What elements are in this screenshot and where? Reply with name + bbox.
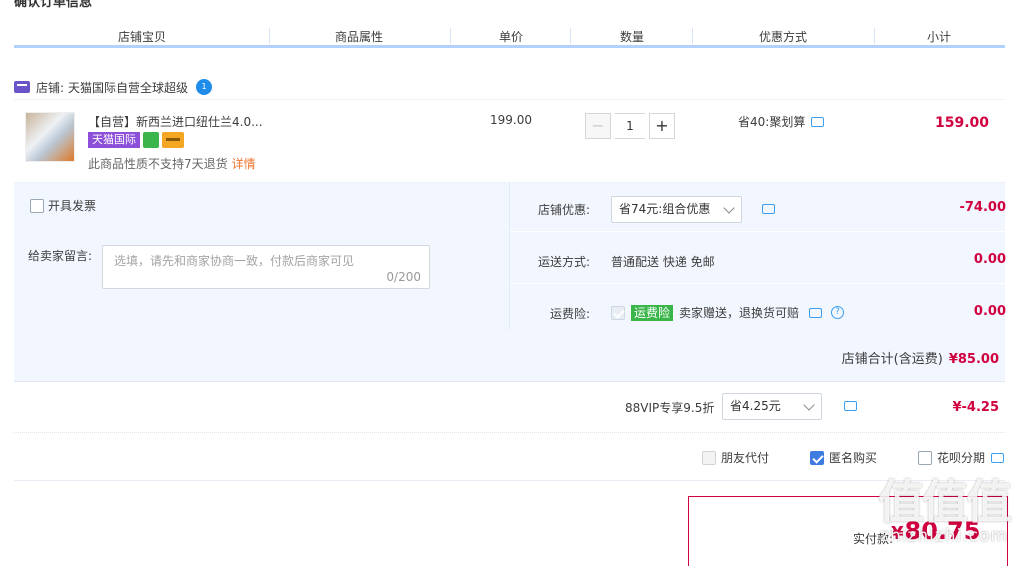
col-subtotal: 小计 [927,30,952,44]
item-subtotal: 159.00 [934,115,989,131]
col-shop-item: 店铺宝贝 [118,30,167,44]
fees-panel: 店铺优惠: 省74元:组合优惠 -74.00 运送方式: 普通配送 快递 免邮 … [509,183,1006,330]
vip-discount-value: 省4.25元 [730,399,781,413]
col-divider [692,28,693,44]
unit-price: 199.00 [490,113,532,127]
return-policy-text: 此商品性质不支持7天退货 [88,157,228,171]
message-counter: 0/200 [386,270,421,284]
order-options-panel: 开具发票 给卖家留言: 选填，请先和商家协商一致，付款后商家可见 0/200 店… [14,183,1006,382]
insurance-info: 运费险 卖家赠送，退换货可赔 ? [611,304,845,321]
card-badge-icon [162,132,184,148]
huabei-checkbox[interactable] [918,450,932,465]
col-quantity: 数量 [620,30,645,44]
insurance-label: 运费险: [549,307,590,321]
shipping-fee: 0.00 [973,252,1006,267]
quantity-stepper: − + [585,113,675,139]
invoice-checkbox[interactable] [30,198,44,213]
shipping-method: 普通配送 快递 免邮 [611,255,715,269]
huabei-label: 花呗分期 [937,451,986,465]
product-thumbnail[interactable] [25,112,75,162]
chevron-down-icon [723,202,735,214]
shipping-row: 运送方式: 普通配送 快递 免邮 0.00 [510,235,1006,284]
return-policy-note: 此商品性质不支持7天退货 详情 [88,155,256,172]
vip-discount-select[interactable]: 省4.25元 [722,393,822,420]
insurance-checkbox [611,305,625,320]
col-divider [570,28,571,44]
product-title-link[interactable]: 【自营】新西兰进口纽仕兰4.0... [88,113,263,130]
shop-header: 店铺: 天猫国际自营全球超级 1 [14,77,213,97]
watermark: 值值值 [878,475,1012,529]
col-divider [874,28,875,44]
anonymous-option[interactable]: 匿名购买 [810,449,877,466]
vip-label: 88VIP专享9.5折 [625,401,715,415]
table-header: 店铺宝贝 商品属性 单价 数量 优惠方式 小计 [14,24,1005,48]
shop-total-row: 店铺合计(含运费) ¥85.00 [14,330,1005,382]
insurance-tag: 运费险 [631,304,674,321]
shop-discount-select[interactable]: 省74元:组合优惠 [611,196,742,223]
shop-discount-amount: -74.00 [959,200,1006,215]
col-divider [450,28,451,44]
shop-discount-label: 店铺优惠: [537,203,590,217]
shop-discount-row: 店铺优惠: 省74元:组合优惠 -74.00 [510,183,1006,232]
purchase-options: 朋友代付 匿名购买 花呗分期 [14,433,1005,481]
comment-icon[interactable] [844,401,857,411]
order-item-row: 【自营】新西兰进口纽仕兰4.0... 天猫国际 此商品性质不支持7天退货 详情 1… [14,99,1005,183]
tmall-global-badge: 天猫国际 [88,132,140,148]
insurance-row: 运费险: 运费险 卖家赠送，退换货可赔 ? 0.00 [510,287,1006,336]
comment-icon[interactable] [809,307,823,318]
col-divider [269,28,270,44]
insurance-text: 卖家赠送，退换货可赔 [679,306,800,320]
col-price: 单价 [499,30,524,44]
service-badge-icon [143,132,159,148]
anonymous-checkbox[interactable] [810,450,824,465]
details-link[interactable]: 详情 [232,157,256,171]
shop-discount-value: 省74元:组合优惠 [619,202,711,216]
vip-discount-amount: ¥-4.25 [952,400,999,415]
comment-icon[interactable] [811,116,825,127]
shop-total: 店铺合计(含运费) ¥85.00 [842,348,999,367]
anonymous-label: 匿名购买 [829,451,878,465]
promo-info: 省40:聚划算 [738,113,825,130]
huabei-option[interactable]: 花呗分期 [918,449,1005,466]
invoice-label: 开具发票 [48,199,97,213]
chat-bubble-icon[interactable]: 1 [196,79,213,95]
vip-discount-row: 88VIP专享9.5折 省4.25元 ¥-4.25 [14,383,1005,433]
friend-pay-checkbox[interactable] [702,450,716,465]
increase-button[interactable]: + [649,113,675,139]
comment-icon[interactable] [762,204,775,214]
shop-total-value: ¥85.00 [948,352,999,367]
shop-total-label: 店铺合计(含运费) [841,352,943,367]
insurance-fee: 0.00 [973,304,1006,319]
seller-message-input[interactable]: 选填，请先和商家协商一致，付款后商家可见 0/200 [102,245,430,289]
message-label: 给卖家留言: [28,249,93,263]
chevron-down-icon [803,399,815,411]
help-icon[interactable]: ? [831,306,845,319]
quantity-input[interactable] [615,113,645,139]
shop-icon [14,81,30,93]
section-title: 确认订单信息 [14,0,93,10]
message-placeholder: 选填，请先和商家协商一致，付款后商家可见 [114,254,355,268]
friend-pay-label: 朋友代付 [721,451,770,465]
invoice-option[interactable]: 开具发票 [30,197,96,214]
col-promo: 优惠方式 [759,30,808,44]
product-badges: 天猫国际 [88,132,184,148]
shop-prefix: 店铺: [36,80,65,95]
watermark-url: zhizhizhi.com [880,526,1008,546]
comment-icon[interactable] [991,452,1005,463]
friend-pay-option[interactable]: 朋友代付 [702,449,769,466]
col-attributes: 商品属性 [335,30,384,44]
promo-text: 省40:聚划算 [738,115,806,129]
buyer-options: 开具发票 给卖家留言: 选填，请先和商家协商一致，付款后商家可见 0/200 [14,183,509,330]
decrease-button[interactable]: − [585,113,611,139]
shop-name-link[interactable]: 天猫国际自营全球超级 [68,79,188,96]
shipping-label: 运送方式: [537,255,590,269]
